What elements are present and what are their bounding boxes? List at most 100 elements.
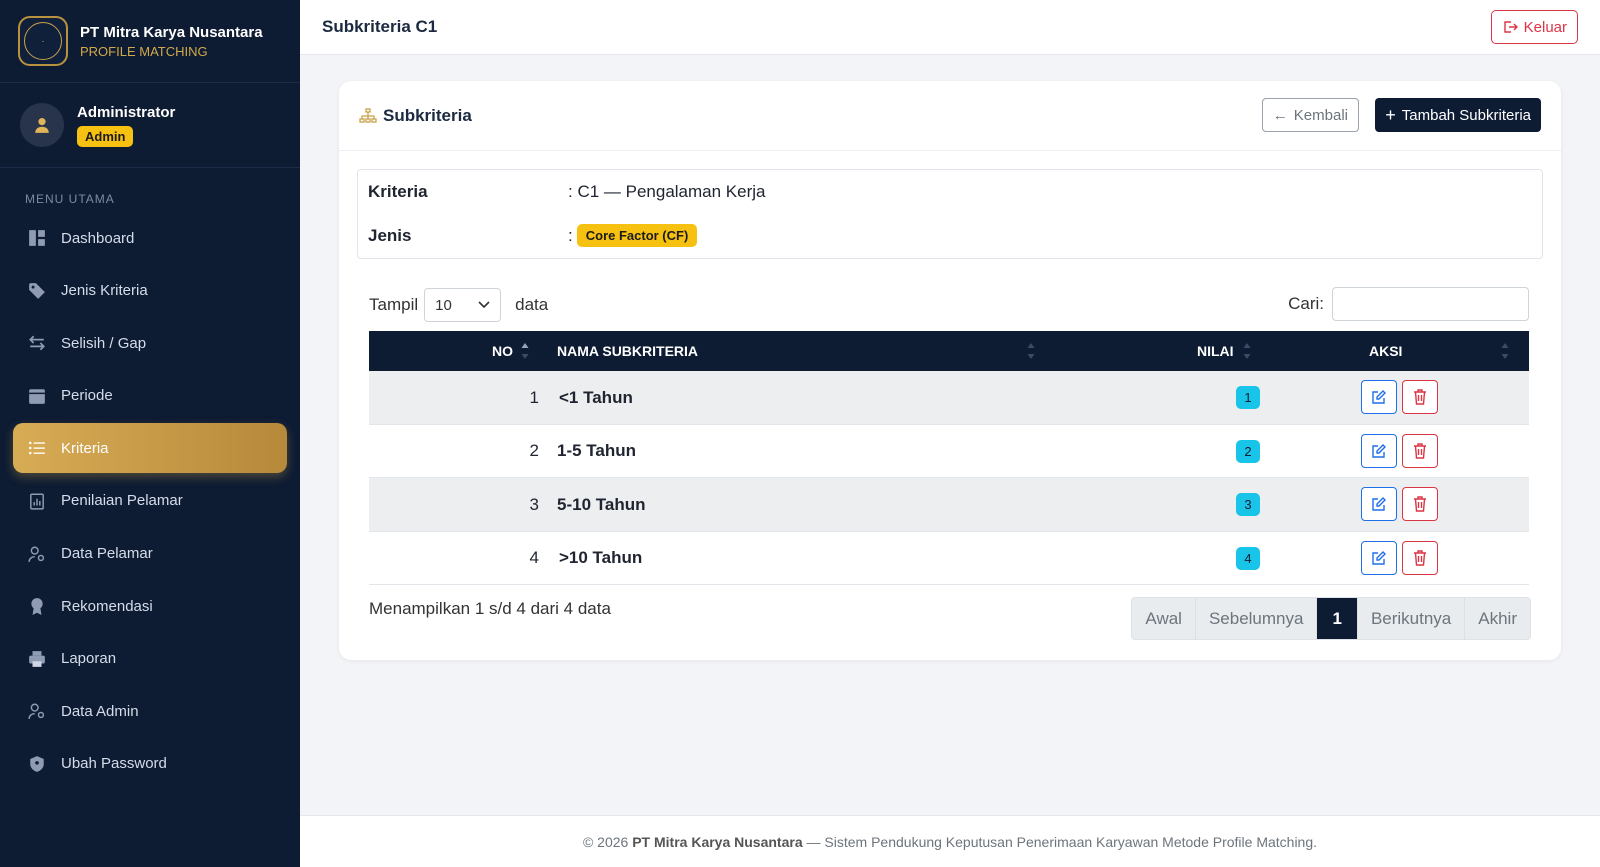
sidebar-item-rekomendasi[interactable]: Rekomendasi	[13, 581, 287, 631]
table-row: 4 >10 Tahun 4	[369, 532, 1529, 586]
edit-button[interactable]	[1361, 433, 1397, 468]
card-title: Subkriteria	[383, 105, 472, 125]
sidebar-item-periode[interactable]: Periode	[13, 371, 287, 421]
jenis-badge: Core Factor (CF)	[576, 224, 698, 247]
edit-icon	[1372, 443, 1386, 458]
kriteria-label: Kriteria	[368, 182, 428, 201]
user-icon	[35, 118, 49, 133]
logout-label: Keluar	[1523, 18, 1567, 36]
logo: ·	[18, 16, 68, 66]
sidebar-item-label: Dashboard	[61, 229, 135, 247]
cell-no: 3	[529, 494, 539, 514]
arrows-exchange-icon	[27, 333, 47, 353]
dashboard-icon	[27, 228, 47, 248]
trash-icon	[1414, 550, 1426, 566]
footer-company: PT Mitra Karya Nusantara	[632, 833, 803, 850]
sidebar-item-laporan[interactable]: Laporan	[13, 634, 287, 684]
edit-button[interactable]	[1361, 487, 1397, 522]
sidebar-item-label: Laporan	[61, 650, 117, 668]
table-header: NO NAMA SUBKRITERIA NILAI AKSI	[369, 331, 1529, 371]
sidebar-item-dashboard[interactable]: Dashboard	[13, 213, 287, 263]
nilai-badge: 2	[1236, 439, 1260, 463]
sidebar-item-label: Rekomendasi	[61, 597, 153, 615]
sidebar-item-data-admin[interactable]: Data Admin	[13, 686, 287, 736]
add-label: Tambah Subkriteria	[1401, 106, 1531, 124]
kriteria-value: : C1 — Pengalaman Kerja	[568, 182, 766, 201]
delete-button[interactable]	[1402, 433, 1438, 468]
th-nama[interactable]: NAMA SUBKRITERIA	[557, 331, 698, 371]
footer-suffix: — Sistem Pendukung Keputusan Penerimaan …	[806, 833, 1318, 850]
delete-button[interactable]	[1402, 487, 1438, 522]
search-label: Cari:	[1288, 294, 1324, 313]
delete-button[interactable]	[1402, 380, 1438, 414]
edit-button[interactable]	[1361, 380, 1397, 414]
tag-icon	[27, 281, 47, 301]
back-label: Kembali	[1293, 106, 1348, 124]
brand[interactable]: · PT Mitra Karya Nusantara PROFILE MATCH…	[0, 0, 300, 83]
sidebar: · PT Mitra Karya Nusantara PROFILE MATCH…	[0, 0, 300, 867]
add-subkriteria-button[interactable]: + Tambah Subkriteria	[1375, 98, 1541, 132]
sidebar-item-label: Kriteria	[61, 439, 109, 457]
logout-button[interactable]: Keluar	[1490, 10, 1578, 44]
page-size-select[interactable]: 10	[424, 288, 502, 322]
jenis-label: Jenis	[368, 225, 412, 245]
nilai-badge: 1	[1236, 386, 1260, 409]
th-nilai[interactable]: NILAI	[1197, 331, 1234, 371]
sidebar-item-label: Periode	[61, 387, 113, 405]
logo-emblem-icon: ·	[24, 22, 62, 60]
subkriteria-card: Subkriteria ← Kembali + Tambah Subkriter…	[339, 81, 1561, 660]
sidebar-item-selisih-gap[interactable]: Selisih / Gap	[13, 318, 287, 368]
avatar	[20, 103, 64, 147]
table-summary: Menampilkan 1 s/d 4 dari 4 data	[369, 599, 611, 618]
jenis-separator: :	[568, 225, 573, 245]
page-current[interactable]: 1	[1317, 598, 1358, 639]
table-row: 3 5-10 Tahun 3	[369, 478, 1529, 532]
show-label: Tampil	[369, 295, 419, 314]
trash-icon	[1414, 496, 1426, 512]
th-aksi[interactable]: AKSI	[1369, 331, 1402, 371]
table-row: 1 <1 Tahun 1	[369, 371, 1529, 425]
back-button[interactable]: ← Kembali	[1261, 98, 1359, 132]
search-input[interactable]	[1332, 287, 1529, 321]
trash-icon	[1414, 442, 1426, 459]
cell-no: 2	[529, 441, 539, 461]
page-first[interactable]: Awal	[1132, 598, 1196, 639]
user-gear-icon	[27, 701, 47, 721]
sidebar-item-jenis-kriteria[interactable]: Jenis Kriteria	[13, 266, 287, 316]
list-icon	[27, 438, 47, 458]
table-controls: Tampil 10 data Cari:	[369, 287, 1529, 323]
search-wrap: Cari:	[1288, 287, 1529, 321]
info-row-kriteria: Kriteria : C1 — Pengalaman Kerja	[368, 182, 766, 202]
brand-title: PT Mitra Karya Nusantara	[80, 23, 263, 41]
calendar-icon	[27, 386, 47, 406]
cell-name: 5-10 Tahun	[557, 494, 646, 514]
role-badge: Admin	[77, 125, 134, 147]
award-icon	[27, 596, 47, 616]
sidebar-item-penilaian-pelamar[interactable]: Penilaian Pelamar	[13, 476, 287, 526]
sidebar-item-data-pelamar[interactable]: Data Pelamar	[13, 529, 287, 579]
edit-icon	[1372, 550, 1386, 565]
edit-button[interactable]	[1361, 540, 1397, 575]
sidebar-item-ubah-password[interactable]: Ubah Password	[13, 739, 287, 789]
sort-asc-icon[interactable]	[521, 342, 529, 360]
sidebar-item-kriteria[interactable]: Kriteria	[13, 423, 287, 474]
sort-icon[interactable]	[1027, 342, 1035, 360]
sitemap-icon	[359, 107, 377, 123]
brand-subtitle: PROFILE MATCHING	[80, 43, 208, 59]
printer-icon	[27, 649, 47, 669]
page-next[interactable]: Berikutnya	[1358, 598, 1466, 639]
sort-icon[interactable]	[1243, 342, 1251, 360]
page-last[interactable]: Akhir	[1465, 598, 1530, 639]
cell-no: 4	[529, 548, 539, 568]
topbar: Subkriteria C1 Keluar	[300, 0, 1600, 55]
page-title: Subkriteria C1	[322, 17, 438, 36]
th-no[interactable]: NO	[492, 331, 513, 371]
user-name: Administrator	[77, 103, 176, 121]
sidebar-item-label: Penilaian Pelamar	[61, 492, 183, 510]
page-prev[interactable]: Sebelumnya	[1196, 598, 1318, 639]
sort-icon[interactable]	[1501, 342, 1509, 360]
arrow-left-icon: ←	[1272, 106, 1288, 124]
delete-button[interactable]	[1402, 540, 1438, 575]
chevron-down-icon	[478, 301, 490, 309]
sidebar-item-label: Data Pelamar	[61, 545, 153, 563]
